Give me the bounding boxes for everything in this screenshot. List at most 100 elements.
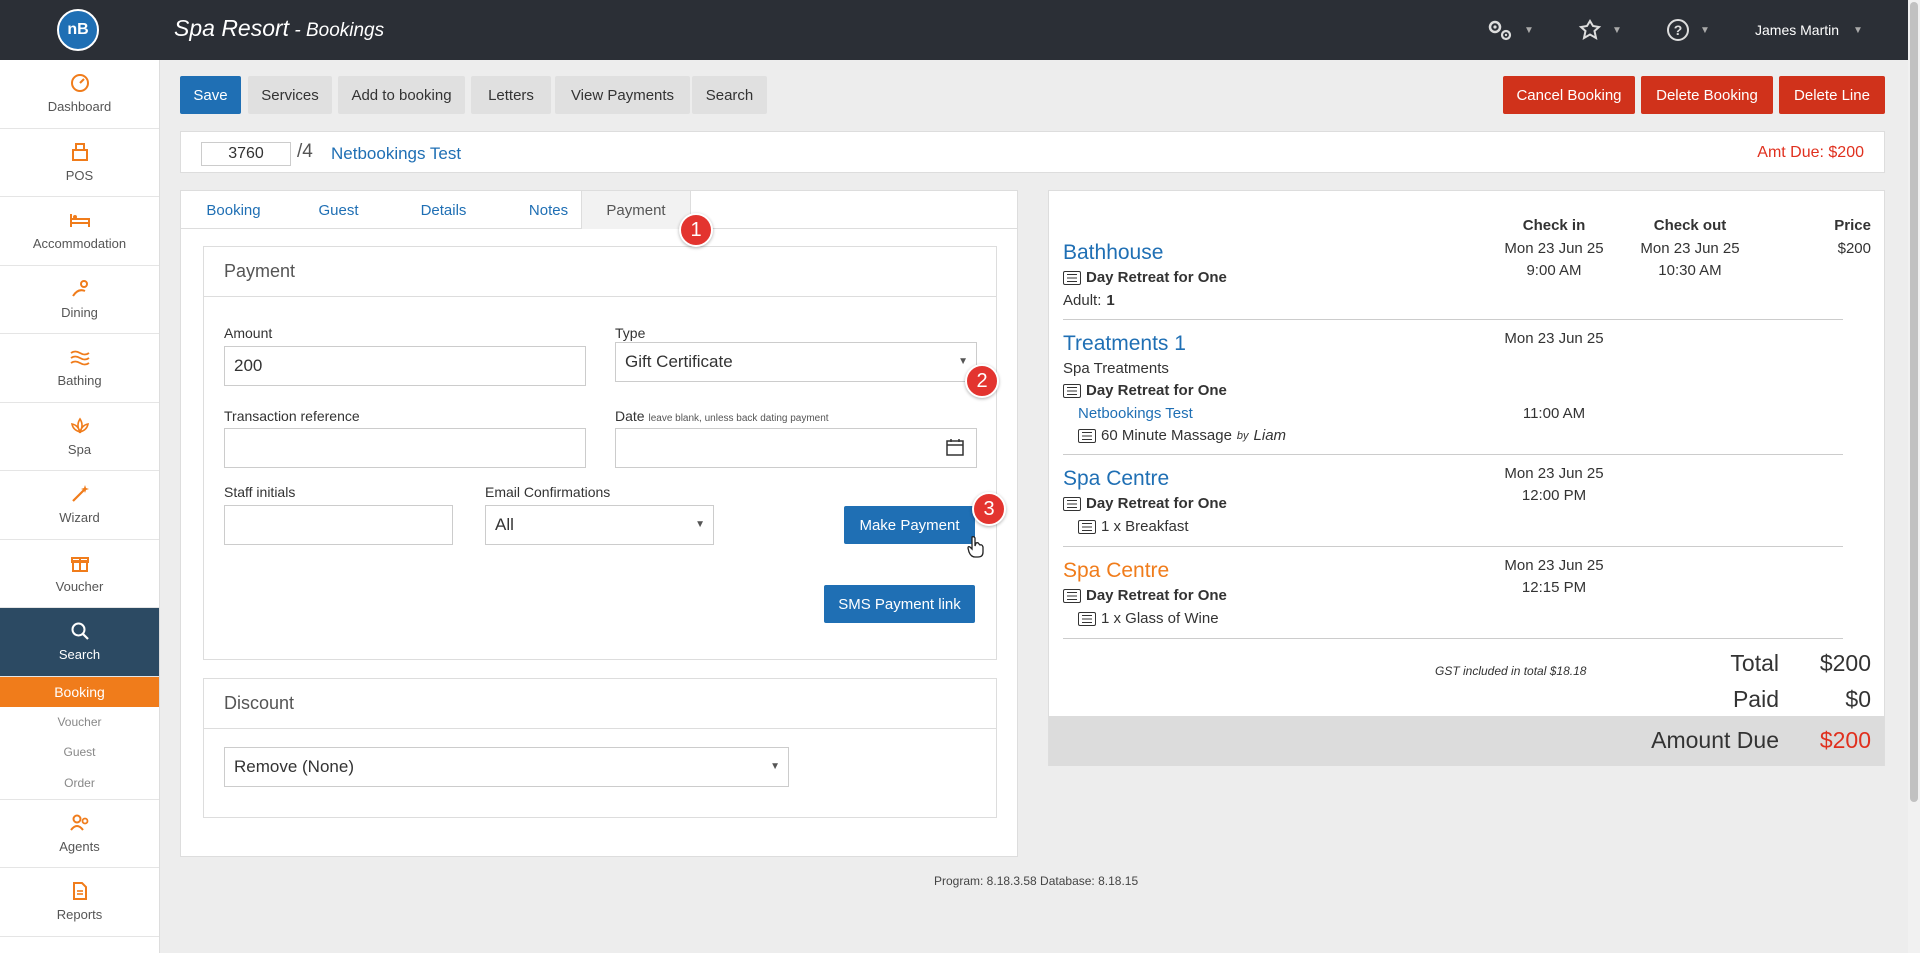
staff-initials-input[interactable] bbox=[224, 505, 453, 545]
sidebar-item-reports[interactable]: Reports bbox=[0, 868, 159, 937]
letters-button[interactable]: Letters bbox=[471, 76, 551, 114]
sidebar-subitem-order[interactable]: Order bbox=[0, 767, 159, 800]
tools-menu[interactable]: ▼ bbox=[1578, 18, 1622, 42]
divider bbox=[1063, 638, 1843, 639]
service-name-link[interactable]: Spa Centre bbox=[1063, 467, 1169, 491]
guest-link[interactable]: Netbookings Test bbox=[1078, 405, 1193, 422]
booking-header: 3760 /4 Netbookings Test Amt Due: $200 bbox=[180, 131, 1885, 173]
sidebar-item-search[interactable]: Search bbox=[0, 608, 159, 677]
gst-note: GST included in total $18.18 bbox=[1435, 664, 1587, 678]
divider bbox=[1063, 319, 1843, 320]
list-icon bbox=[1078, 428, 1096, 443]
date-input[interactable] bbox=[615, 428, 977, 468]
guest-name-link[interactable]: Netbookings Test bbox=[331, 144, 461, 164]
wand-icon bbox=[71, 485, 89, 503]
page-scrollbar[interactable] bbox=[1908, 0, 1920, 953]
check-in-time: 11:00 AM bbox=[1522, 405, 1586, 422]
sms-payment-link-button[interactable]: SMS Payment link bbox=[824, 585, 975, 623]
sidebar-item-agents[interactable]: Agents bbox=[0, 800, 159, 868]
sidebar-subitem-guest[interactable]: Guest bbox=[0, 737, 159, 767]
delete-booking-button[interactable]: Delete Booking bbox=[1641, 76, 1773, 114]
lotus-icon bbox=[70, 417, 89, 434]
tab-guest[interactable]: Guest bbox=[286, 191, 391, 229]
discount-card-title: Discount bbox=[204, 679, 996, 729]
line-price: $200 bbox=[1837, 240, 1871, 257]
sidebar-item-accommodation[interactable]: Accommodation bbox=[0, 197, 159, 266]
chevron-down-icon: ▼ bbox=[770, 761, 780, 772]
save-button[interactable]: Save bbox=[180, 76, 241, 114]
check-in-time: 12:00 PM bbox=[1521, 487, 1587, 504]
report-icon bbox=[72, 882, 87, 901]
adult-count: Adult: 1 bbox=[1063, 292, 1115, 309]
sidebar-item-pos[interactable]: POS bbox=[0, 129, 159, 197]
check-in-time: 12:15 PM bbox=[1521, 579, 1587, 596]
dining-icon bbox=[71, 279, 88, 297]
sidebar-item-wizard[interactable]: Wizard bbox=[0, 471, 159, 540]
sidebar-subitem-booking[interactable]: Booking bbox=[0, 676, 159, 707]
list-icon bbox=[1063, 383, 1081, 398]
app-logo[interactable]: nB bbox=[57, 9, 99, 51]
search-icon bbox=[71, 622, 89, 641]
settings-menu[interactable]: ▼ bbox=[1486, 18, 1534, 42]
scrollbar-thumb[interactable] bbox=[1910, 2, 1918, 802]
sidebar-item-dining[interactable]: Dining bbox=[0, 266, 159, 334]
type-label: Type bbox=[615, 325, 646, 341]
amount-due-header: Amt Due: $200 bbox=[1757, 144, 1864, 161]
help-menu[interactable]: ? ▼ bbox=[1666, 18, 1710, 42]
service-category: Spa Treatments bbox=[1063, 360, 1169, 377]
amount-input[interactable]: 200 bbox=[224, 346, 586, 386]
discount-select[interactable]: Remove (None) ▼ bbox=[224, 747, 789, 787]
waves-icon bbox=[69, 350, 90, 366]
list-icon bbox=[1063, 588, 1081, 603]
dashboard-icon bbox=[70, 74, 89, 93]
sidebar-item-dashboard[interactable]: Dashboard bbox=[0, 60, 159, 129]
make-payment-button[interactable]: Make Payment bbox=[844, 506, 975, 544]
svg-text:?: ? bbox=[1674, 22, 1683, 38]
date-label: Date leave blank, unless back dating pay… bbox=[615, 408, 829, 424]
sidebar-item-bathing[interactable]: Bathing bbox=[0, 334, 159, 403]
user-menu[interactable]: James Martin ▼ bbox=[1755, 22, 1863, 38]
services-button[interactable]: Services bbox=[248, 76, 332, 114]
sidebar: Dashboard POS Accommodation Dining Bathi… bbox=[0, 60, 160, 953]
check-out-time: 10:30 AM bbox=[1658, 262, 1722, 279]
tab-booking[interactable]: Booking bbox=[181, 191, 286, 229]
add-to-booking-button[interactable]: Add to booking bbox=[338, 76, 465, 114]
staff-initials-label: Staff initials bbox=[224, 484, 296, 500]
chevron-down-icon: ▼ bbox=[695, 519, 705, 530]
tab-payment[interactable]: Payment bbox=[581, 191, 691, 229]
type-select[interactable]: Gift Certificate ▼ bbox=[615, 342, 977, 382]
cancel-booking-button[interactable]: Cancel Booking bbox=[1503, 76, 1635, 114]
tab-details[interactable]: Details bbox=[391, 191, 496, 229]
extra-line: 1 x Breakfast bbox=[1078, 518, 1189, 535]
sidebar-item-spa[interactable]: Spa bbox=[0, 403, 159, 471]
amount-label: Amount bbox=[224, 325, 273, 341]
transaction-reference-label: Transaction reference bbox=[224, 408, 360, 424]
search-button[interactable]: Search bbox=[692, 76, 767, 114]
calendar-icon[interactable] bbox=[946, 438, 964, 456]
chevron-down-icon: ▼ bbox=[1853, 24, 1863, 36]
check-out-header: Check out bbox=[1653, 217, 1727, 234]
list-icon bbox=[1063, 270, 1081, 285]
sidebar-item-voucher[interactable]: Voucher bbox=[0, 540, 159, 608]
total-value: $200 bbox=[1819, 650, 1871, 676]
service-name-link[interactable]: Treatments 1 bbox=[1063, 332, 1186, 356]
delete-line-button[interactable]: Delete Line bbox=[1779, 76, 1885, 114]
paid-label: Paid bbox=[1732, 686, 1779, 712]
list-icon bbox=[1078, 611, 1096, 626]
service-name-link[interactable]: Bathhouse bbox=[1063, 241, 1163, 265]
view-payments-button[interactable]: View Payments bbox=[555, 76, 690, 114]
paid-value: $0 bbox=[1845, 686, 1871, 712]
price-header: Price bbox=[1834, 217, 1871, 234]
package-line: Day Retreat for One bbox=[1063, 587, 1227, 604]
payment-card-title: Payment bbox=[204, 247, 996, 297]
sidebar-subitem-voucher[interactable]: Voucher bbox=[0, 707, 159, 737]
service-name-link[interactable]: Spa Centre bbox=[1063, 559, 1169, 583]
transaction-reference-input[interactable] bbox=[224, 428, 586, 468]
package-line: Day Retreat for One bbox=[1063, 269, 1227, 286]
gift-icon bbox=[70, 556, 89, 572]
extra-line: 1 x Glass of Wine bbox=[1078, 610, 1219, 627]
email-confirmations-select[interactable]: All ▼ bbox=[485, 505, 714, 545]
booking-number-field[interactable]: 3760 bbox=[201, 142, 291, 166]
list-icon bbox=[1063, 496, 1081, 511]
version-footer: Program: 8.18.3.58 Database: 8.18.15 bbox=[934, 874, 1139, 888]
